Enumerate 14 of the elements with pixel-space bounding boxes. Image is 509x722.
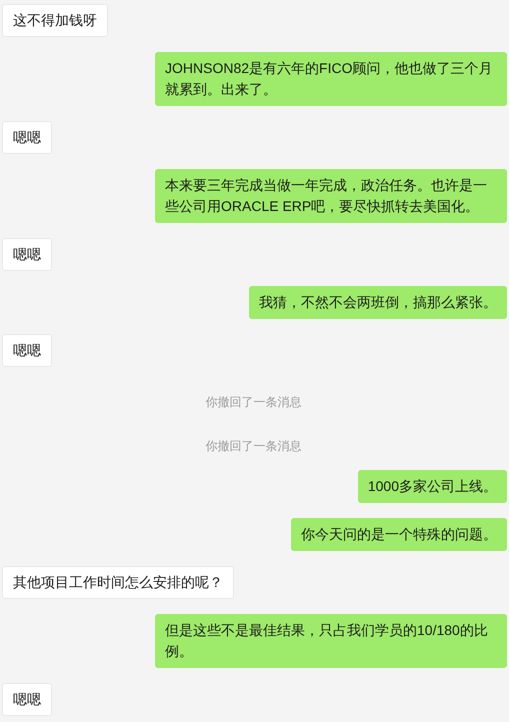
- sent-message-bubble: 我猜，不然不会两班倒，搞那么紧张。: [249, 286, 507, 319]
- received-message-bubble: 其他项目工作时间怎么安排的呢？: [2, 566, 234, 599]
- received-message-bubble: 嗯嗯: [2, 238, 52, 271]
- sent-message-bubble: 你今天问的是一个特殊的问题。: [291, 518, 507, 551]
- received-message-bubble: 嗯嗯: [2, 121, 52, 154]
- recall-notice: 你撤回了一条消息: [206, 394, 302, 411]
- received-message-bubble: 嗯嗯: [2, 683, 52, 716]
- received-message-bubble: 这不得加钱呀: [2, 4, 108, 37]
- sent-message-bubble: 1000多家公司上线。: [358, 470, 507, 503]
- recall-notice: 你撤回了一条消息: [206, 438, 302, 455]
- sent-message-bubble: JOHNSON82是有六年的FICO顾问，他也做了三个月就累到。出来了。: [155, 52, 507, 106]
- sent-message-bubble: 本来要三年完成当做一年完成，政治任务。也许是一些公司用ORACLE ERP吧，要尽快抓转去美国化。: [155, 169, 507, 223]
- received-message-bubble: 嗯嗯: [2, 334, 52, 367]
- sent-message-bubble: 但是这些不是最佳结果，只占我们学员的10/180的比例。: [155, 614, 507, 668]
